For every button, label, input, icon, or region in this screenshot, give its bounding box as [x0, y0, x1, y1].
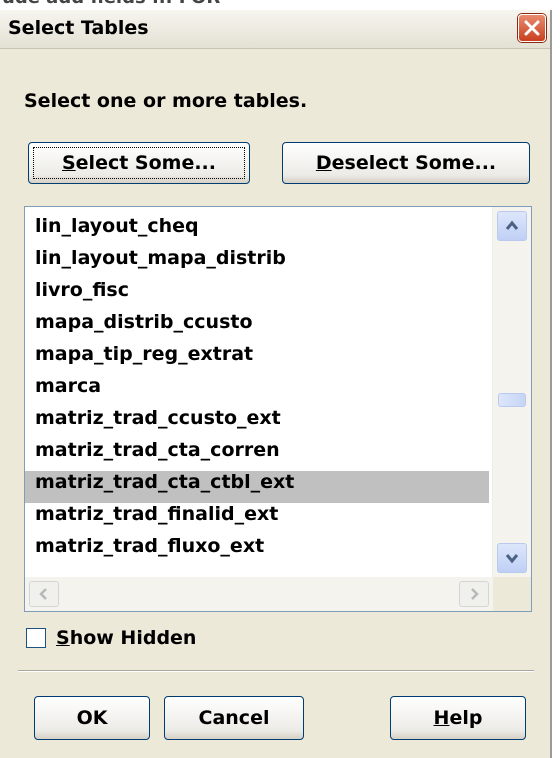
instruction-text: Select one or more tables.: [24, 90, 308, 112]
scrollbar-corner: [493, 577, 531, 611]
show-hidden-label[interactable]: Show Hidden: [56, 624, 196, 652]
list-item[interactable]: lin_layout_cheq: [25, 215, 489, 247]
list-item[interactable]: mapa_tip_reg_extrat: [25, 343, 489, 375]
select-some-button[interactable]: Select Some...: [28, 142, 250, 184]
tables-listbox[interactable]: lin_layout_cheq lin_layout_mapa_distrib …: [24, 206, 532, 612]
help-button[interactable]: Help: [390, 696, 526, 740]
list-item[interactable]: matriz_trad_finalid_ext: [25, 503, 489, 535]
show-hidden-mnemonic: S: [56, 627, 70, 649]
background-text: ude add fields ... FOR: [2, 0, 220, 8]
cancel-button[interactable]: Cancel: [164, 696, 304, 740]
deselect-some-label: eselect Some...: [331, 152, 497, 174]
show-hidden-text: how Hidden: [69, 627, 197, 649]
list-item[interactable]: matriz_trad_ccusto_ext: [25, 407, 489, 439]
chevron-right-icon: [471, 588, 479, 600]
ok-button[interactable]: OK: [34, 696, 150, 740]
table-list: lin_layout_cheq lin_layout_mapa_distrib …: [25, 215, 489, 567]
scroll-down-button[interactable]: [497, 543, 527, 573]
list-item[interactable]: matriz_trad_cta_corren: [25, 439, 489, 471]
show-hidden-checkbox[interactable]: [26, 628, 46, 648]
help-mnemonic: H: [433, 707, 450, 729]
chevron-up-icon: [505, 220, 519, 230]
list-item-selected[interactable]: matriz_trad_cta_ctbl_ext: [25, 471, 489, 503]
vertical-scrollbar[interactable]: [492, 207, 531, 577]
close-x-icon: [524, 20, 540, 36]
focus-rectangle: [33, 147, 245, 179]
horizontal-scrollbar[interactable]: [25, 577, 531, 611]
select-tables-dialog: Select Tables Select one or more tables.…: [0, 10, 552, 758]
scroll-thumb[interactable]: [498, 393, 526, 407]
title-bar[interactable]: Select Tables: [0, 10, 550, 49]
background-window-text: ude add fields ... FOR: [0, 0, 560, 10]
list-item[interactable]: livro_fisc: [25, 279, 489, 311]
list-item[interactable]: matriz_trad_fluxo_ext: [25, 535, 489, 567]
scroll-up-button[interactable]: [497, 211, 527, 241]
help-label: elp: [449, 707, 483, 729]
deselect-some-mnemonic: D: [315, 152, 332, 174]
separator: [18, 670, 534, 672]
dialog-title: Select Tables: [8, 17, 149, 39]
list-item[interactable]: lin_layout_mapa_distrib: [25, 247, 489, 279]
scroll-right-button[interactable]: [459, 581, 489, 607]
chevron-left-icon: [39, 588, 47, 600]
chevron-down-icon: [505, 554, 519, 564]
close-button[interactable]: [518, 14, 546, 42]
list-item[interactable]: marca: [25, 375, 489, 407]
scroll-left-button[interactable]: [29, 581, 59, 607]
deselect-some-button[interactable]: Deselect Some...: [282, 142, 530, 184]
list-item[interactable]: mapa_distrib_ccusto: [25, 311, 489, 343]
